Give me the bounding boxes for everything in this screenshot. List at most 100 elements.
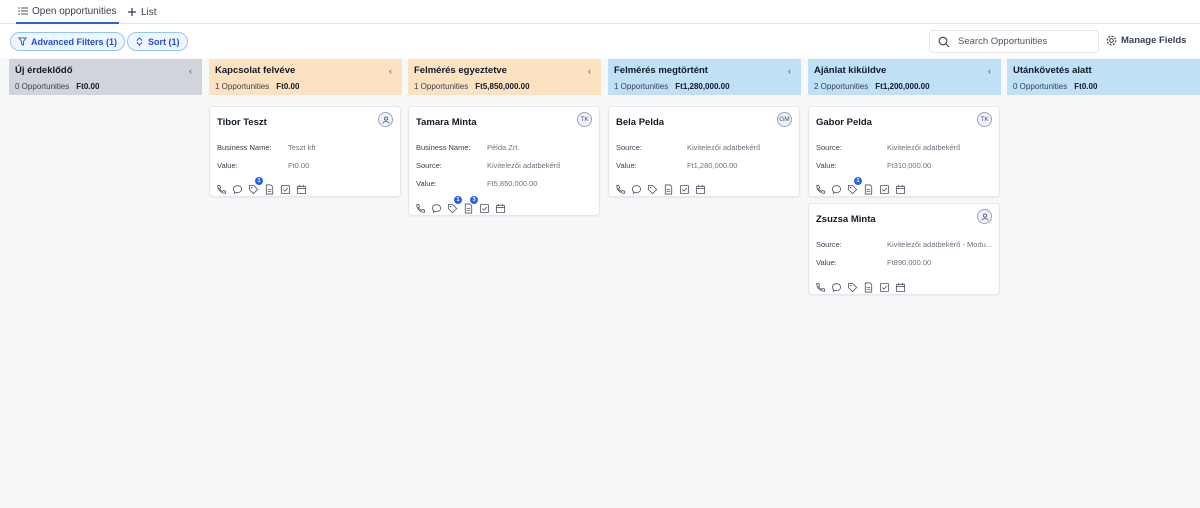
notification-badge: 1: [255, 177, 263, 185]
task-checkbox-icon[interactable]: [679, 182, 690, 195]
tag-icon[interactable]: [847, 280, 858, 293]
assign-user-icon[interactable]: [977, 209, 992, 224]
collapse-chevron-icon[interactable]: ‹: [389, 66, 392, 76]
field-label: Business Name:: [416, 143, 471, 152]
stage-count: 0 Opportunities: [15, 82, 70, 91]
phone-icon[interactable]: [415, 201, 426, 213]
document-icon[interactable]: [663, 182, 674, 195]
search-input[interactable]: Search Opportunities: [929, 30, 1099, 53]
message-icon[interactable]: [431, 201, 442, 214]
stage-sum: Ft0.00: [76, 82, 100, 91]
view-tabs: Open opportunities List: [0, 0, 1200, 24]
calendar-icon[interactable]: [296, 182, 307, 195]
message-icon[interactable]: [232, 182, 243, 195]
field-label: Source:: [416, 161, 442, 170]
avatar[interactable]: GM: [777, 112, 792, 127]
plus-icon: [128, 8, 136, 16]
task-checkbox-icon[interactable]: [280, 182, 291, 195]
calendar-icon[interactable]: [895, 182, 906, 195]
phone-icon[interactable]: [216, 182, 227, 194]
card-title: Gabor Pelda: [816, 117, 872, 128]
field-value: Kivitelezői adatbekérő: [687, 143, 761, 152]
notification-badge: 1: [854, 177, 862, 185]
calendar-icon[interactable]: [495, 201, 506, 214]
stage-column-uj-erdeklodo: Új érdeklődő 0 Opportunities Ft0.00 ‹: [9, 59, 202, 95]
task-checkbox-icon[interactable]: [479, 201, 490, 214]
avatar[interactable]: TK: [577, 112, 592, 127]
field-value: Ft1,280,000.00: [687, 161, 738, 170]
message-icon[interactable]: [631, 182, 642, 195]
add-list-label: List: [141, 6, 157, 18]
stage-column-utankovetes-alatt: Utánkövetés alatt 0 Opportunities Ft0.00: [1007, 59, 1200, 95]
document-icon[interactable]: [863, 280, 874, 293]
stage-column-kapcsolat-felveve: Kapcsolat felvéve 1 Opportunities Ft0.00 …: [209, 59, 402, 95]
collapse-chevron-icon[interactable]: ‹: [988, 66, 991, 76]
collapse-chevron-icon[interactable]: ‹: [788, 66, 791, 76]
tag-icon[interactable]: [647, 182, 658, 195]
phone-icon[interactable]: [615, 182, 626, 194]
stage-count: 1 Opportunities: [614, 82, 669, 91]
tab-open-opportunities[interactable]: Open opportunities: [16, 0, 119, 24]
stage-column-felmeres-megtortent: Felmérés megtörtént 1 Opportunities Ft1,2…: [608, 59, 801, 95]
manage-fields-button[interactable]: Manage Fields: [1106, 35, 1186, 46]
stage-count: 0 Opportunities: [1013, 82, 1068, 91]
advanced-filters-button[interactable]: Advanced Filters (1): [10, 32, 126, 51]
field-label: Source:: [816, 240, 842, 249]
field-label: Value:: [217, 161, 238, 170]
opportunity-card-gabor-pelda[interactable]: Gabor Pelda TK Source: Kivitelezői adatbe…: [808, 106, 1000, 197]
field-label: Value:: [616, 161, 637, 170]
phone-icon[interactable]: [815, 280, 826, 292]
opportunity-card-tibor-teszt[interactable]: Tibor Teszt Business Name: Teszt kft Valu…: [209, 106, 401, 197]
field-value: Kivitelezői adatbekérő: [887, 143, 961, 152]
document-icon[interactable]: [863, 182, 874, 195]
field-label: Business Name:: [217, 143, 272, 152]
field-label: Value:: [816, 161, 837, 170]
tag-icon[interactable]: 1: [248, 177, 263, 195]
task-checkbox-icon[interactable]: [879, 280, 890, 293]
stage-title: Utánkövetés alatt: [1013, 65, 1092, 76]
message-icon[interactable]: [831, 182, 842, 195]
calendar-icon[interactable]: [895, 280, 906, 293]
phone-icon[interactable]: [815, 182, 826, 194]
stage-sum: Ft1,200,000.00: [875, 82, 930, 91]
sort-icon: [136, 37, 143, 46]
assign-user-icon[interactable]: [378, 112, 393, 127]
sort-label: Sort (1): [148, 36, 180, 47]
field-value: Példa Zrt.: [487, 143, 520, 152]
stage-title: Ajánlat kiküldve: [814, 65, 887, 76]
opportunity-card-bela-pelda[interactable]: Bela Pelda GM Source: Kivitelezői adatbek…: [608, 106, 800, 197]
stage-count: 1 Opportunities: [215, 82, 270, 91]
notification-badge: 1: [454, 196, 462, 204]
card-title: Bela Pelda: [616, 117, 665, 128]
collapse-chevron-icon[interactable]: ‹: [189, 66, 192, 76]
opportunity-card-tamara-minta[interactable]: Tamara Minta TK Business Name: Példa Zrt.…: [408, 106, 600, 216]
pipeline-board: Új érdeklődő 0 Opportunities Ft0.00 ‹ Kap…: [0, 58, 1200, 508]
message-icon[interactable]: [831, 280, 842, 293]
stage-sum: Ft0.00: [276, 82, 300, 91]
stage-count: 2 Opportunities: [814, 82, 869, 91]
stage-column-felmeres-egyeztetve: Felmérés egyeztetve 1 Opportunities Ft5,8…: [408, 59, 601, 95]
card-title: Zsuzsa Minta: [816, 214, 876, 225]
field-value: Ft890,000.00: [887, 258, 932, 267]
field-label: Source:: [816, 143, 842, 152]
avatar[interactable]: TK: [977, 112, 992, 127]
collapse-chevron-icon[interactable]: ‹: [588, 66, 591, 76]
sort-button[interactable]: Sort (1): [127, 32, 188, 51]
opportunity-card-zsuzsa-minta[interactable]: Zsuzsa Minta Source: Kivitelezői adatbeké…: [808, 203, 1000, 295]
list-icon: [18, 7, 28, 15]
card-title: Tamara Minta: [416, 117, 477, 128]
field-label: Value:: [816, 258, 837, 267]
tab-label: Open opportunities: [32, 5, 117, 17]
document-icon[interactable]: [264, 182, 275, 195]
field-value: Kivitelezői adatbekérő - Modu...: [887, 240, 993, 249]
add-list-button[interactable]: List: [127, 0, 157, 24]
document-icon[interactable]: 3: [463, 196, 478, 214]
task-checkbox-icon[interactable]: [879, 182, 890, 195]
tag-icon[interactable]: 1: [447, 196, 462, 214]
tag-icon[interactable]: 1: [847, 177, 862, 195]
field-value: Ft0.00: [288, 161, 310, 170]
field-value: Kivitelezői adatbekérő: [487, 161, 561, 170]
search-placeholder: Search Opportunities: [958, 36, 1048, 47]
stage-column-ajanlat-kikuldve: Ajánlat kiküldve 2 Opportunities Ft1,200,…: [808, 59, 1001, 95]
calendar-icon[interactable]: [695, 182, 706, 195]
